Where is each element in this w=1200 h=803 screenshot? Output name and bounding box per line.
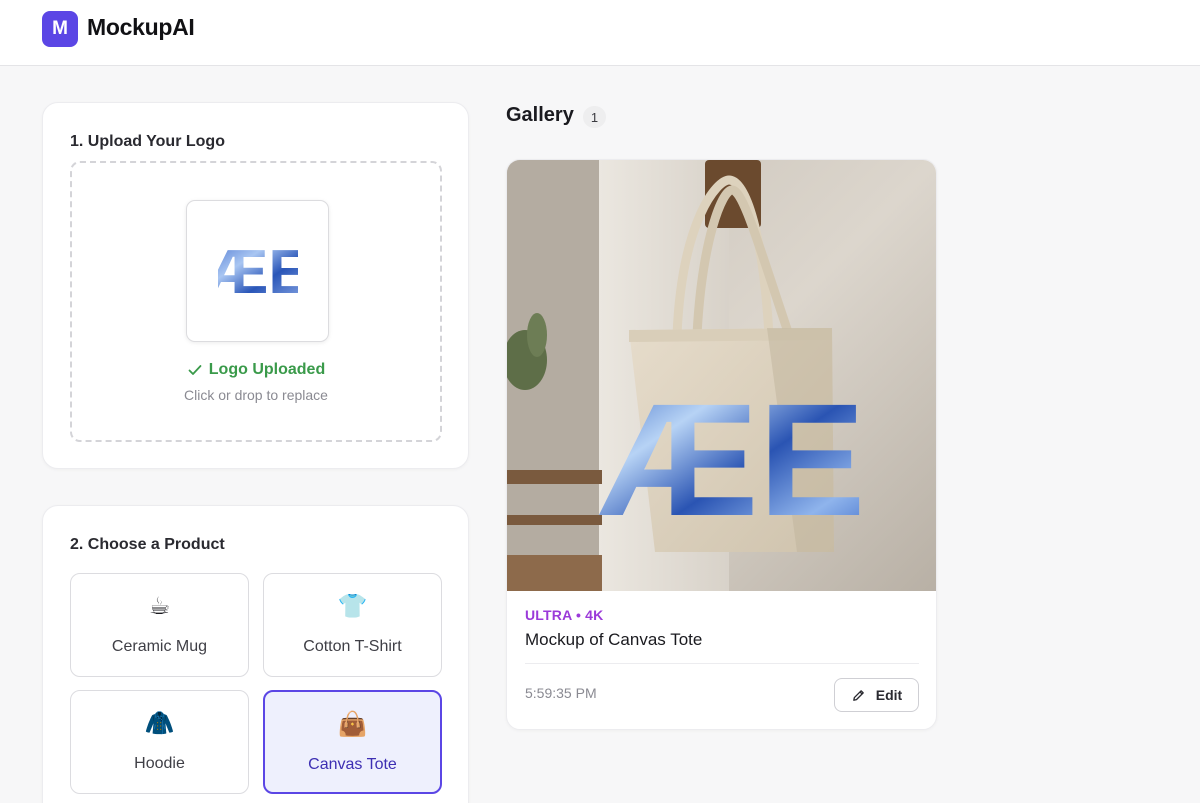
svg-text:ÆE: ÆE (599, 370, 866, 549)
product-label: Canvas Tote (308, 756, 397, 773)
product-ceramic-mug[interactable]: ☕ Ceramic Mug (70, 573, 249, 677)
upload-status: Logo Uploaded (72, 361, 440, 379)
mockup-title: Mockup of Canvas Tote (525, 630, 703, 649)
product-label: Ceramic Mug (111, 638, 208, 655)
quality-badge: ULTRA • 4K (525, 607, 604, 623)
upload-logo-card: 1. Upload Your Logo ÆE Logo Uploaded Cli… (42, 102, 469, 469)
ae-logo-image: ÆE (218, 241, 298, 301)
mockup-image[interactable]: ÆE (507, 160, 937, 591)
hoodie-icon: 🧥 (144, 710, 175, 737)
gallery-title: Gallery (506, 104, 574, 126)
upload-section-title: 1. Upload Your Logo (70, 133, 225, 150)
pencil-icon (852, 689, 864, 701)
product-cotton-tshirt[interactable]: 👕 Cotton T-Shirt (263, 573, 442, 677)
gallery-count-badge: 1 (583, 106, 606, 128)
svg-text:ÆE: ÆE (218, 241, 298, 301)
logo-dropzone[interactable]: ÆE Logo Uploaded Click or drop to replac… (70, 161, 442, 442)
product-section-title: 2. Choose a Product (70, 536, 225, 553)
upload-hint: Click or drop to replace (184, 387, 328, 403)
mockup-timestamp: 5:59:35 PM (525, 685, 597, 701)
choose-product-card: 2. Choose a Product ☕ Ceramic Mug 👕 Cott… (42, 505, 469, 803)
mug-icon: ☕ (148, 593, 171, 620)
card-divider (525, 663, 919, 664)
checkmark-icon (188, 365, 202, 375)
product-hoodie[interactable]: 🧥 Hoodie (70, 690, 249, 794)
upload-status-text: Logo Uploaded (208, 361, 326, 378)
edit-button[interactable]: Edit (834, 678, 919, 712)
product-label: Cotton T-Shirt (303, 638, 402, 655)
tote-bag-icon: 👜 (337, 711, 368, 738)
tshirt-icon: 👕 (337, 593, 368, 620)
app-title[interactable]: MockupAI (87, 14, 195, 41)
app-header: M MockupAI (0, 0, 1200, 66)
product-label: Hoodie (134, 755, 185, 772)
product-canvas-tote[interactable]: 👜 Canvas Tote (263, 690, 442, 794)
edit-button-label: Edit (875, 687, 903, 703)
uploaded-logo-preview: ÆE (186, 200, 329, 342)
app-logo-badge[interactable]: M (42, 11, 78, 47)
gallery-item[interactable]: ÆE ULTRA • 4K Mockup of Canvas Tote 5:59… (506, 159, 937, 730)
